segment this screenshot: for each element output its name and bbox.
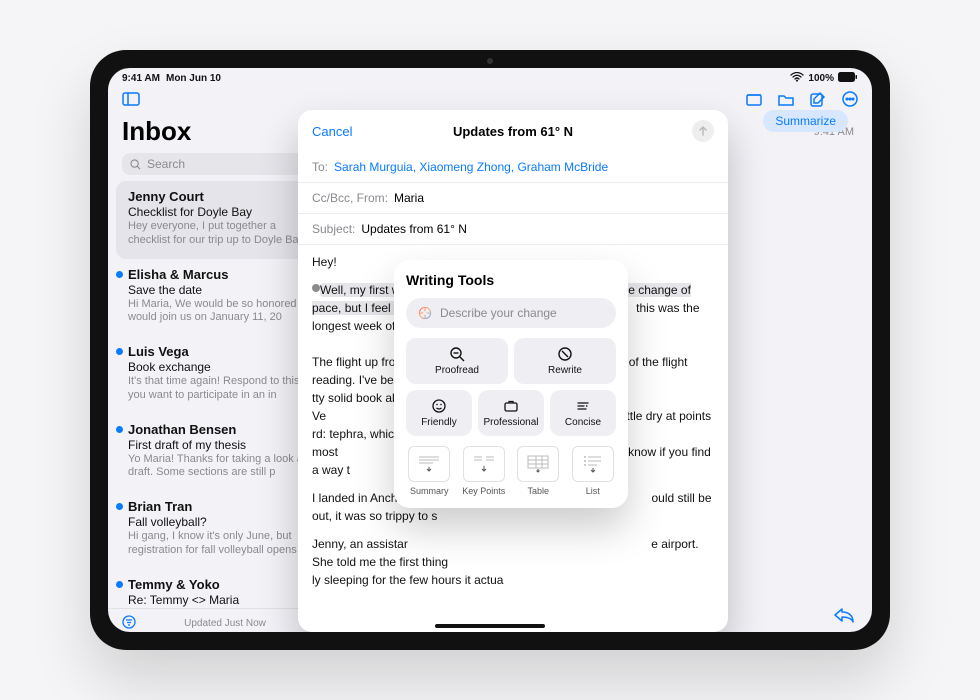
compose-icon[interactable]	[810, 91, 826, 110]
wifi-icon	[790, 72, 804, 85]
table-format[interactable]: Table	[515, 446, 562, 496]
battery-pct: 100%	[808, 73, 834, 84]
to-label: To:	[312, 160, 328, 174]
concise-icon	[575, 398, 591, 414]
keypoints-thumb-icon	[470, 452, 498, 476]
to-recipients[interactable]: Sarah Murguia, Xiaomeng Zhong, Graham Mc…	[334, 160, 608, 174]
unread-dot-icon	[116, 271, 123, 278]
more-icon[interactable]	[842, 91, 858, 110]
subject-label: Subject:	[312, 222, 355, 236]
sparkle-icon	[418, 306, 432, 320]
status-time: 9:41 AM	[122, 73, 160, 84]
unread-dot-icon	[116, 348, 123, 355]
friendly-label: Friendly	[421, 417, 457, 428]
concise-button[interactable]: Concise	[550, 390, 616, 436]
search-placeholder: Search	[147, 157, 185, 171]
status-bar: 9:41 AM Mon Jun 10 100%	[108, 68, 872, 89]
to-row[interactable]: To: Sarah Murguia, Xiaomeng Zhong, Graha…	[298, 152, 728, 183]
home-indicator[interactable]	[435, 624, 545, 628]
writing-tools-title: Writing Tools	[406, 272, 616, 288]
archive-icon[interactable]	[746, 92, 762, 109]
sidebar-toggle-icon[interactable]	[122, 92, 140, 109]
rewrite-icon	[557, 346, 573, 362]
selection-handle-icon[interactable]	[312, 284, 320, 292]
unread-dot-icon	[116, 503, 123, 510]
rewrite-button[interactable]: Rewrite	[514, 338, 616, 384]
message-sender: Jenny Court	[128, 189, 320, 204]
subject-value: Updates from 61° N	[361, 222, 467, 236]
list-format[interactable]: List	[570, 446, 617, 496]
from-value: Maria	[394, 191, 424, 205]
summary-format-label: Summary	[410, 486, 449, 496]
battery-icon	[838, 72, 858, 85]
professional-button[interactable]: Professional	[478, 390, 544, 436]
proofread-button[interactable]: Proofread	[406, 338, 508, 384]
subject-row[interactable]: Subject: Updates from 61° N	[298, 214, 728, 245]
unread-dot-icon	[116, 426, 123, 433]
summarize-button[interactable]: Summarize	[763, 110, 848, 132]
smile-icon	[431, 398, 447, 414]
summary-thumb-icon	[415, 452, 443, 476]
describe-input[interactable]: Describe your change	[406, 298, 616, 328]
concise-label: Concise	[565, 417, 601, 428]
body-p4: Jenny, an assistar e airport. She told m…	[312, 535, 714, 589]
message-preview: Hey everyone, I put together a checklist…	[128, 220, 320, 248]
list-thumb-icon	[579, 452, 607, 476]
ccbcc-label: Cc/Bcc, From:	[312, 191, 388, 205]
keypoints-format-label: Key Points	[462, 486, 505, 496]
rewrite-label: Rewrite	[548, 365, 582, 376]
magnify-icon	[449, 346, 465, 362]
compose-header: Cancel Updates from 61° N	[298, 110, 728, 152]
summary-format[interactable]: Summary	[406, 446, 453, 496]
updated-label: Updated Just Now	[136, 618, 314, 629]
ccbcc-row[interactable]: Cc/Bcc, From: Maria	[298, 183, 728, 214]
friendly-button[interactable]: Friendly	[406, 390, 472, 436]
folder-icon[interactable]	[778, 92, 794, 109]
cancel-button[interactable]: Cancel	[312, 124, 352, 139]
status-date: Mon Jun 10	[166, 73, 221, 84]
describe-placeholder: Describe your change	[440, 306, 557, 320]
reply-icon[interactable]	[834, 607, 854, 628]
briefcase-icon	[503, 398, 519, 414]
list-format-label: List	[586, 486, 600, 496]
ipad-frame: 9:41 AM Mon Jun 10 100%	[90, 50, 890, 650]
screen: 9:41 AM Mon Jun 10 100%	[108, 68, 872, 632]
proofread-label: Proofread	[435, 365, 479, 376]
unread-dot-icon	[116, 581, 123, 588]
message-subject: Checklist for Doyle Bay	[128, 205, 320, 219]
professional-label: Professional	[483, 417, 538, 428]
filter-icon[interactable]	[122, 615, 136, 632]
table-format-label: Table	[527, 486, 549, 496]
writing-tools-popover: Writing Tools Describe your change Proof…	[394, 260, 628, 508]
send-button[interactable]	[692, 120, 714, 142]
table-thumb-icon	[524, 452, 552, 476]
compose-title: Updates from 61° N	[453, 124, 573, 139]
keypoints-format[interactable]: Key Points	[461, 446, 508, 496]
